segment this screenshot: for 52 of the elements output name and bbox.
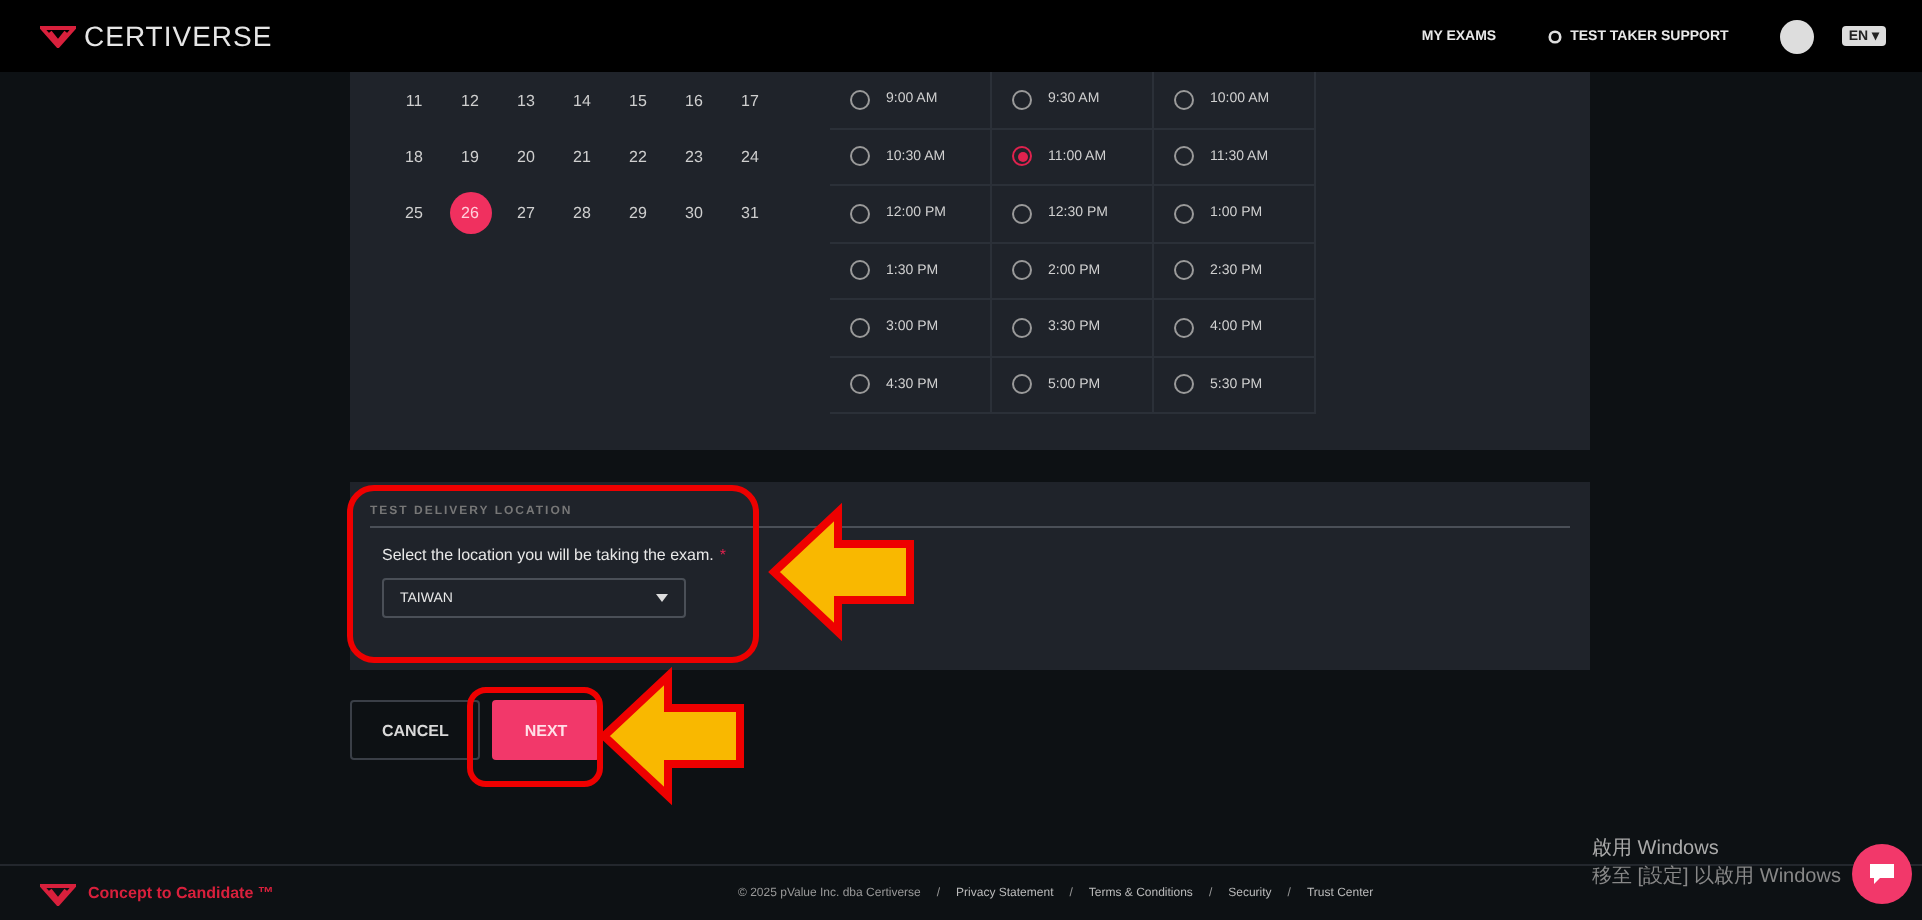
highlight-outline (467, 687, 603, 787)
calendar-day[interactable]: 25 (393, 191, 435, 233)
calendar-day[interactable]: 29 (617, 191, 659, 233)
radio-button[interactable] (1012, 203, 1032, 224)
radio-button[interactable] (850, 260, 870, 281)
calendar-day[interactable]: 28 (561, 191, 603, 233)
tagline: Concept to Candidate ™ (88, 884, 276, 902)
calendar-day[interactable]: 22 (617, 135, 659, 177)
calendar-day[interactable]: 13 (505, 79, 547, 121)
radio-button[interactable] (850, 317, 870, 338)
radio-button[interactable] (1012, 146, 1032, 167)
radio-button[interactable] (850, 203, 870, 224)
globe-icon (1548, 29, 1563, 43)
calendar-day[interactable]: 18 (393, 135, 435, 177)
calendar-day[interactable]: 19 (449, 135, 491, 177)
calendar-day[interactable]: 24 (729, 135, 771, 177)
chat-button[interactable] (1852, 844, 1912, 904)
radio-button[interactable] (1174, 374, 1194, 395)
activation-title: 啟用 Windows (1592, 836, 1721, 862)
radio-button[interactable] (1174, 89, 1194, 110)
chat-icon (1868, 862, 1896, 886)
calendar-day[interactable]: 21 (561, 135, 603, 177)
calendar-day[interactable]: 23 (673, 135, 715, 177)
cancel-button[interactable]: CANCEL (350, 700, 481, 760)
radio-button[interactable] (850, 374, 870, 395)
radio-button[interactable] (1174, 260, 1194, 281)
calendar-day[interactable]: 14 (561, 79, 603, 121)
calendar-day[interactable]: 12 (449, 79, 491, 121)
caret-icon (656, 594, 668, 602)
field-label: Select the location you will be taking the exam. * (382, 546, 728, 564)
calendar-day[interactable]: 30 (673, 191, 715, 233)
radio-button[interactable] (1174, 203, 1194, 224)
calendar-day[interactable]: 17 (729, 79, 771, 121)
calendar-day[interactable]: 16 (673, 79, 715, 121)
radio-button[interactable] (1012, 89, 1032, 110)
radio-button[interactable] (1012, 317, 1032, 338)
brand-name: CERTIVERSE (84, 20, 273, 52)
avatar[interactable] (1780, 19, 1815, 53)
calendar-day[interactable]: 20 (505, 135, 547, 177)
calendar-day[interactable]: 11 (393, 79, 435, 121)
calendar-day[interactable]: 15 (617, 79, 659, 121)
activation-hint: 移至 [設定] 以啟用 Windows (1592, 863, 1841, 890)
radio-button[interactable] (1174, 317, 1194, 338)
radio-button[interactable] (1012, 260, 1032, 281)
logo-icon (40, 24, 76, 48)
radio-button[interactable] (1174, 146, 1194, 167)
logo-icon (40, 881, 76, 905)
calendar-day[interactable]: 27 (505, 191, 547, 233)
radio-button[interactable] (850, 146, 870, 167)
radio-button[interactable] (850, 89, 870, 110)
radio-button[interactable] (1012, 374, 1032, 395)
calendar-day[interactable]: 31 (729, 191, 771, 233)
